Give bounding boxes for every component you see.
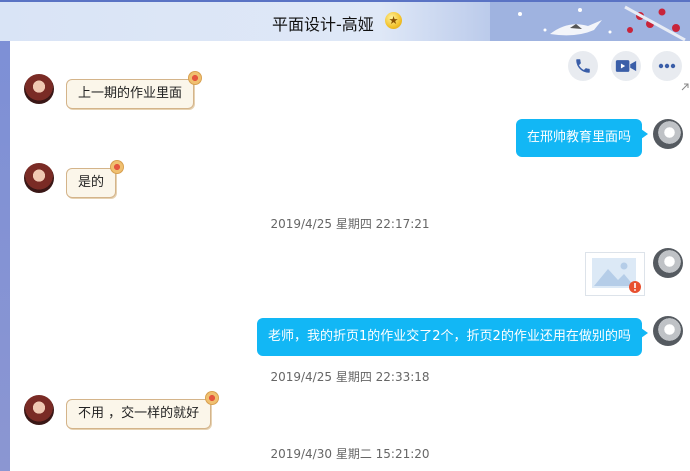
my-avatar[interactable] — [653, 248, 683, 278]
contact-avatar[interactable] — [24, 395, 54, 425]
expand-arrow-icon[interactable] — [681, 83, 689, 91]
message-timestamp: 2019/4/25 星期四 22:33:18 — [270, 370, 430, 384]
message-timestamp: 2019/4/30 星期二 15:21:20 — [270, 447, 430, 461]
video-call-button[interactable] — [611, 51, 641, 81]
sent-message: 老师，我的折页1的作业交了2个，折页2的作业还用在做别的吗 — [257, 318, 648, 356]
window-title: 平面设计-高娅 — [272, 15, 374, 34]
voice-call-button[interactable] — [568, 51, 598, 81]
received-message: 是的 — [66, 160, 125, 198]
my-avatar[interactable] — [653, 316, 683, 346]
received-message: 上一期的作业里面 — [66, 71, 203, 109]
more-icon — [658, 63, 676, 69]
my-avatar[interactable] — [653, 119, 683, 149]
sent-message: 在邢帅教育里面吗 — [516, 119, 649, 157]
contact-avatar[interactable] — [24, 163, 54, 193]
title-bar: 平面设计-高娅 ★ — [0, 0, 690, 41]
contact-avatar[interactable] — [24, 74, 54, 104]
more-options-button[interactable] — [652, 51, 682, 81]
video-icon — [615, 60, 637, 72]
star-badge-icon: ★ — [385, 12, 402, 29]
message-timestamp: 2019/4/25 星期四 22:17:21 — [270, 217, 430, 231]
image-placeholder-icon — [592, 258, 641, 293]
title-scenery-icon — [490, 2, 690, 41]
window-frame-left — [0, 0, 10, 471]
chat-area[interactable]: 上一期的作业里面 在邢帅教育里面吗 是的 2019/4/25 星期四 22:17… — [10, 41, 690, 471]
image-message[interactable] — [585, 252, 645, 296]
received-message: 不用 ，交一样的就好 — [66, 391, 220, 429]
phone-icon — [576, 59, 590, 73]
